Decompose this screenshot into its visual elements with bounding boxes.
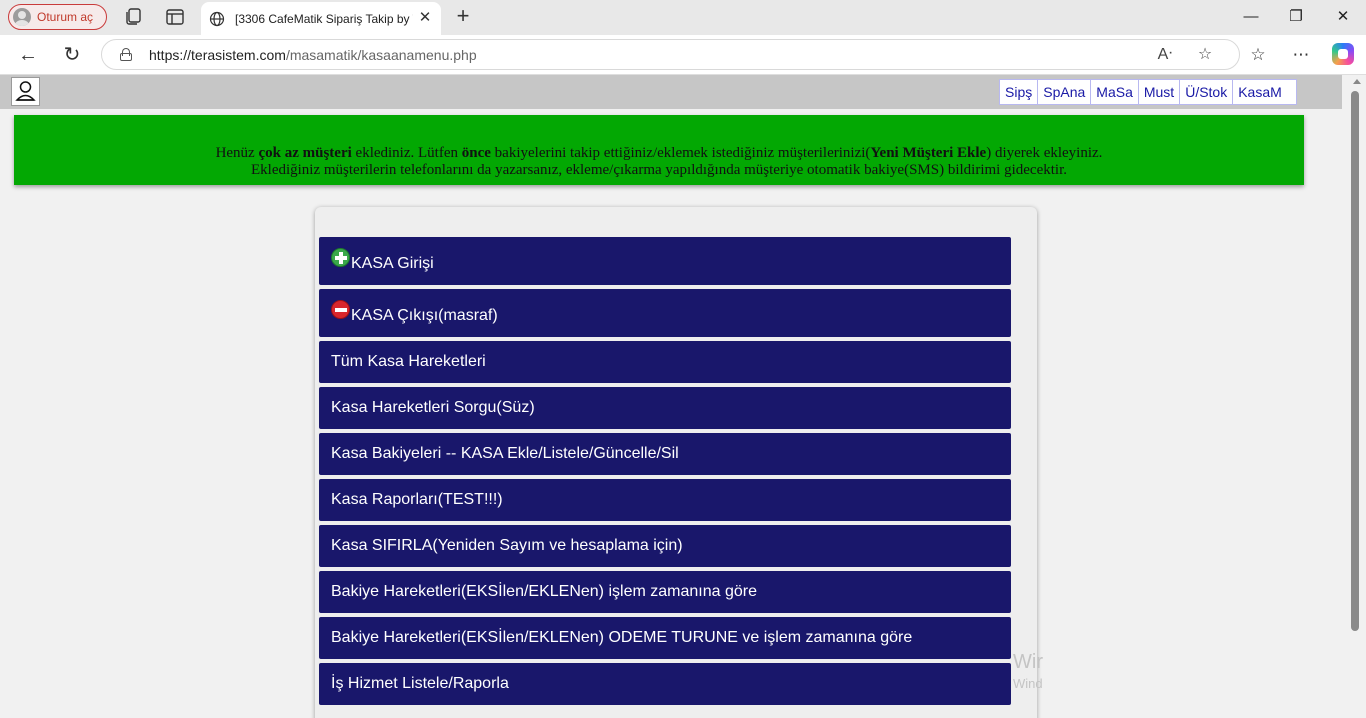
kasa-menu-label: KASA Girişi bbox=[351, 255, 434, 272]
kasa-menu-button[interactable]: KASA Çıkışı(masraf) bbox=[319, 289, 1011, 337]
kasa-menu-label: Bakiye Hareketleri(EKSİlen/EKLENen) ODEM… bbox=[331, 629, 913, 646]
notice-text-segment: Yeni Müşteri Ekle bbox=[870, 145, 987, 161]
minimize-icon[interactable]: — bbox=[1239, 6, 1263, 28]
top-menu-link[interactable]: Ü/Stok bbox=[1180, 80, 1234, 104]
kasa-menu-label: Kasa Hareketleri Sorgu(Süz) bbox=[331, 399, 535, 416]
page-viewport: Sipş SpAna MaSa Must Ü/Stok KasaM Henüz çok a… bbox=[0, 75, 1348, 718]
kasa-menu-button[interactable]: KASA Girişi bbox=[319, 237, 1011, 285]
kasa-menu-button[interactable]: İş Hizmet Listele/Raporla bbox=[319, 663, 1011, 705]
kasa-menu-button[interactable]: Kasa Bakiyeleri -- KASA Ekle/Listele/Gün… bbox=[319, 433, 1011, 475]
vertical-scrollbar[interactable] bbox=[1348, 75, 1366, 718]
notice-text-segment: ) diyerek ekleyiniz. bbox=[986, 145, 1103, 161]
info-notice: Henüz çok az müşteri eklediniz. Lütfen ö… bbox=[14, 115, 1304, 185]
profile-button[interactable]: Oturum aç bbox=[8, 4, 107, 30]
new-tab-icon[interactable]: + bbox=[452, 5, 474, 27]
refresh-icon[interactable]: ↻ bbox=[60, 43, 84, 67]
tab-actions-icon[interactable] bbox=[165, 7, 185, 27]
notice-text-segment: eklediniz. Lütfen bbox=[351, 145, 462, 161]
kasa-menu-label: Kasa Bakiyeleri -- KASA Ekle/Listele/Gün… bbox=[331, 445, 679, 462]
back-arrow-icon[interactable]: ← bbox=[16, 43, 40, 67]
notice-text-segment: bakiyelerini takip ettiğiniz/eklemek ist… bbox=[490, 145, 871, 161]
tab-title: [3306 CafeMatik Sipariş Takip by T bbox=[235, 11, 413, 26]
kasa-menu-label: Tüm Kasa Hareketleri bbox=[331, 353, 486, 370]
close-window-icon[interactable]: ✕ bbox=[1331, 6, 1355, 28]
top-menu-link[interactable]: Sipş bbox=[1000, 80, 1039, 104]
notice-line-2: Eklediğiniz müşterilerin telefonlarını d… bbox=[250, 162, 1067, 178]
browser-tab-bar: Oturum aç [3306 CafeMatik Sipariş Takip … bbox=[0, 0, 1366, 35]
avatar bbox=[13, 8, 31, 26]
kasa-menu-label: İş Hizmet Listele/Raporla bbox=[331, 675, 509, 692]
globe-icon bbox=[209, 11, 225, 26]
kasa-menu-button[interactable]: Kasa Hareketleri Sorgu(Süz) bbox=[319, 387, 1011, 429]
copilot-icon[interactable] bbox=[1332, 43, 1354, 65]
workspaces-icon[interactable] bbox=[123, 7, 143, 27]
plus-circle-icon bbox=[331, 248, 350, 267]
scrollbar-thumb[interactable] bbox=[1351, 91, 1359, 631]
kasa-menu-label: Kasa Raporları(TEST!!!) bbox=[331, 491, 503, 508]
top-menu-link[interactable]: SpAna bbox=[1038, 80, 1092, 104]
notice-text-segment: çok az müşteri bbox=[258, 145, 352, 161]
kasa-menu-label: Kasa SIFIRLA(Yeniden Sayım ve hesaplama … bbox=[331, 537, 683, 554]
kasa-menu-button[interactable]: Bakiye Hareketleri(EKSİlen/EKLENen) işle… bbox=[319, 571, 1011, 613]
url-input[interactable]: https://terasistem.com/masamatik/kasaana… bbox=[101, 39, 1240, 70]
profile-label: Oturum aç bbox=[37, 10, 94, 24]
more-options-icon[interactable]: ⋯ bbox=[1289, 43, 1313, 67]
user-icon[interactable] bbox=[11, 77, 40, 106]
top-menu-links: Sipş SpAna MaSa Must Ü/Stok KasaM bbox=[999, 79, 1298, 105]
top-menu-link[interactable]: KasaM bbox=[1233, 80, 1296, 104]
favorites-icon[interactable]: ☆ bbox=[1246, 43, 1270, 67]
browser-address-bar: ← ↻ https://terasistem.com/masamatik/kas… bbox=[0, 35, 1366, 75]
close-tab-icon[interactable]: ✕ bbox=[417, 10, 433, 26]
kasa-menu-button[interactable]: Kasa SIFIRLA(Yeniden Sayım ve hesaplama … bbox=[319, 525, 1011, 567]
kasa-menu-panel: KASA Girişi KASA Çıkışı(masraf) Tüm Kasa H… bbox=[315, 207, 1037, 718]
top-menu-link[interactable]: MaSa bbox=[1091, 80, 1139, 104]
kasa-menu-button[interactable]: Bakiye Hareketleri(EKSİlen/EKLENen) ODEM… bbox=[319, 617, 1011, 659]
top-menu-link[interactable]: Must bbox=[1139, 80, 1181, 104]
url-text: https://terasistem.com/masamatik/kasaana… bbox=[149, 47, 477, 63]
notice-text-segment: önce bbox=[461, 145, 491, 161]
lock-icon bbox=[120, 48, 132, 61]
restore-icon[interactable]: ❐ bbox=[1284, 6, 1308, 28]
favorite-star-icon[interactable]: ☆ bbox=[1195, 45, 1215, 65]
read-aloud-icon[interactable]: Aᐧ bbox=[1155, 45, 1175, 65]
minus-circle-icon bbox=[331, 300, 350, 319]
notice-line-1: Henüz çok az müşteri eklediniz. Lütfen ö… bbox=[14, 145, 1304, 162]
kasa-menu-label: Bakiye Hareketleri(EKSİlen/EKLENen) işle… bbox=[331, 583, 757, 600]
scroll-up-icon[interactable] bbox=[1353, 79, 1361, 84]
notice-text-segment: Henüz bbox=[215, 145, 259, 161]
tab-active[interactable]: [3306 CafeMatik Sipariş Takip by T ✕ bbox=[201, 2, 441, 35]
top-navigation: Sipş SpAna MaSa Must Ü/Stok KasaM bbox=[0, 75, 1342, 109]
kasa-menu-label: KASA Çıkışı(masraf) bbox=[351, 307, 498, 324]
kasa-menu-button[interactable]: Kasa Raporları(TEST!!!) bbox=[319, 479, 1011, 521]
kasa-menu-button[interactable]: Tüm Kasa Hareketleri bbox=[319, 341, 1011, 383]
windows-activation-watermark: Wir Wind bbox=[1013, 651, 1043, 691]
